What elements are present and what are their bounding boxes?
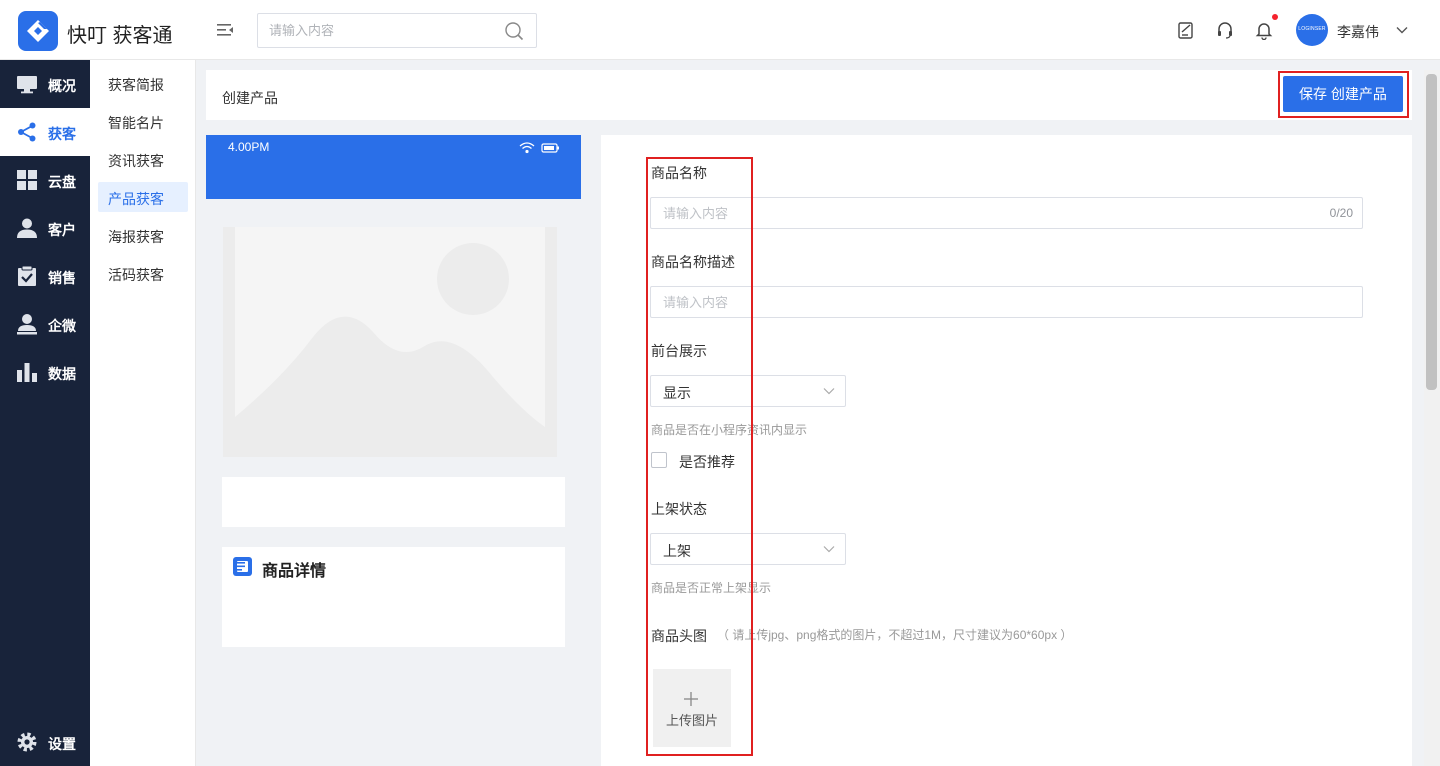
status-label: 上架状态 (651, 501, 707, 517)
edit-icon[interactable] (1176, 20, 1196, 40)
sub-sidebar: 获客简报 智能名片 资讯获客 产品获客 海报获客 活码获客 (90, 60, 196, 766)
nav-label: 概况 (48, 78, 76, 94)
nav-item-overview[interactable]: 概况 (0, 60, 90, 108)
subnav-item-brief[interactable]: 获客简报 (98, 68, 188, 98)
recommend-checkbox[interactable] (651, 452, 667, 468)
share-icon (18, 122, 36, 142)
mountain-image-icon (235, 243, 545, 457)
monitor-icon (17, 76, 37, 94)
user-name[interactable]: 李嘉伟 (1337, 22, 1379, 42)
subnav-label: 活码获客 (108, 267, 164, 283)
nav-label: 云盘 (48, 174, 76, 190)
display-hint: 商品是否在小程序资讯内显示 (651, 423, 808, 437)
page-title: 创建产品 (222, 90, 278, 106)
bell-icon[interactable] (1254, 20, 1274, 40)
notification-badge (1272, 14, 1278, 20)
scrollbar-thumb[interactable] (1426, 74, 1437, 390)
image-upload-hint: （ 请上传jpg、png格式的图片，不超过1M，尺寸建议为60*60px ） (717, 628, 1073, 642)
image-label: 商品头图 (651, 628, 707, 644)
chevron-down-icon (823, 388, 835, 395)
subnav-item-livecode[interactable]: 活码获客 (98, 258, 188, 288)
nav-label: 设置 (48, 736, 76, 752)
display-select-value: 显示 (663, 385, 691, 401)
top-header: 快叮 获客通 LOGINSER 李嘉伟 (0, 0, 1440, 60)
image-placeholder (223, 227, 557, 457)
subnav-label: 海报获客 (108, 229, 164, 245)
product-desc-field (650, 286, 1363, 318)
plus-icon (684, 692, 698, 706)
app-logo[interactable] (18, 11, 58, 51)
nav-item-wecom[interactable]: 企微 (0, 300, 90, 348)
save-create-product-button[interactable]: 保存 创建产品 (1283, 76, 1403, 112)
gear-icon (17, 732, 37, 752)
search-icon[interactable] (504, 21, 524, 41)
phone-time: 4.00PM (228, 140, 270, 154)
avatar[interactable]: LOGINSER (1296, 14, 1328, 46)
product-name-input[interactable] (651, 198, 1311, 228)
nav-label: 销售 (48, 270, 76, 286)
page-header: 创建产品 (206, 70, 1412, 120)
nav-label: 数据 (48, 366, 76, 382)
wifi-battery-icon (519, 142, 559, 154)
person-icon (17, 218, 37, 238)
product-name-field: 0/20 (650, 197, 1363, 229)
grid-icon (17, 170, 37, 190)
nav-item-acquire[interactable]: 获客 (0, 108, 90, 156)
subnav-item-product[interactable]: 产品获客 (98, 182, 188, 212)
subnav-item-news[interactable]: 资讯获客 (98, 144, 188, 174)
search-input[interactable] (258, 14, 498, 47)
main-sidebar: 概况 获客 云盘 客户 销售 企微 数据 设置 (0, 60, 90, 766)
detail-title: 商品详情 (262, 563, 327, 580)
nav-item-sales[interactable]: 销售 (0, 252, 90, 300)
product-desc-input[interactable] (651, 287, 1311, 317)
nav-item-customer[interactable]: 客户 (0, 204, 90, 252)
document-lines (237, 562, 245, 571)
user-badge-icon (17, 314, 37, 335)
nav-item-cloud[interactable]: 云盘 (0, 156, 90, 204)
logo-icon (27, 20, 49, 42)
phone-preview: 4.00PM 商品详情 (206, 135, 581, 766)
char-counter: 0/20 (1329, 206, 1353, 220)
subnav-label: 资讯获客 (108, 153, 164, 169)
search-box (257, 13, 537, 48)
headset-icon[interactable] (1215, 20, 1235, 40)
product-name-label: 商品名称 (651, 165, 707, 181)
recommend-label[interactable]: 是否推荐 (679, 452, 735, 472)
upload-image-button[interactable]: 上传图片 (653, 669, 731, 747)
page-scrollbar[interactable] (1424, 70, 1440, 766)
preview-title-block (222, 477, 565, 527)
subnav-item-card[interactable]: 智能名片 (98, 106, 188, 136)
preview-detail-block: 商品详情 (222, 547, 565, 647)
subnav-label: 获客简报 (108, 77, 164, 93)
phone-status-bar: 4.00PM (206, 135, 581, 199)
chevron-down-icon[interactable] (1394, 22, 1410, 38)
status-select[interactable]: 上架 (650, 533, 846, 565)
status-hint: 商品是否正常上架显示 (651, 581, 772, 595)
app-title: 快叮 获客通 (67, 25, 173, 47)
nav-item-data[interactable]: 数据 (0, 348, 90, 396)
display-label: 前台展示 (651, 343, 707, 359)
nav-label: 获客 (48, 126, 76, 142)
avatar-logo-text: LOGINSER (1298, 26, 1326, 32)
chevron-down-icon (823, 546, 835, 553)
subnav-label: 产品获客 (108, 191, 164, 207)
nav-label: 客户 (48, 222, 76, 238)
subnav-item-poster[interactable]: 海报获客 (98, 220, 188, 250)
menu-collapse-icon[interactable] (215, 20, 235, 40)
bar-chart-icon (17, 363, 37, 382)
clipboard-check-icon (18, 265, 36, 286)
status-select-value: 上架 (663, 543, 691, 559)
nav-item-settings[interactable]: 设置 (0, 718, 90, 766)
upload-label: 上传图片 (665, 713, 718, 728)
subnav-label: 智能名片 (108, 115, 164, 131)
product-desc-label: 商品名称描述 (651, 254, 735, 270)
display-select[interactable]: 显示 (650, 375, 846, 407)
nav-label: 企微 (48, 318, 76, 334)
